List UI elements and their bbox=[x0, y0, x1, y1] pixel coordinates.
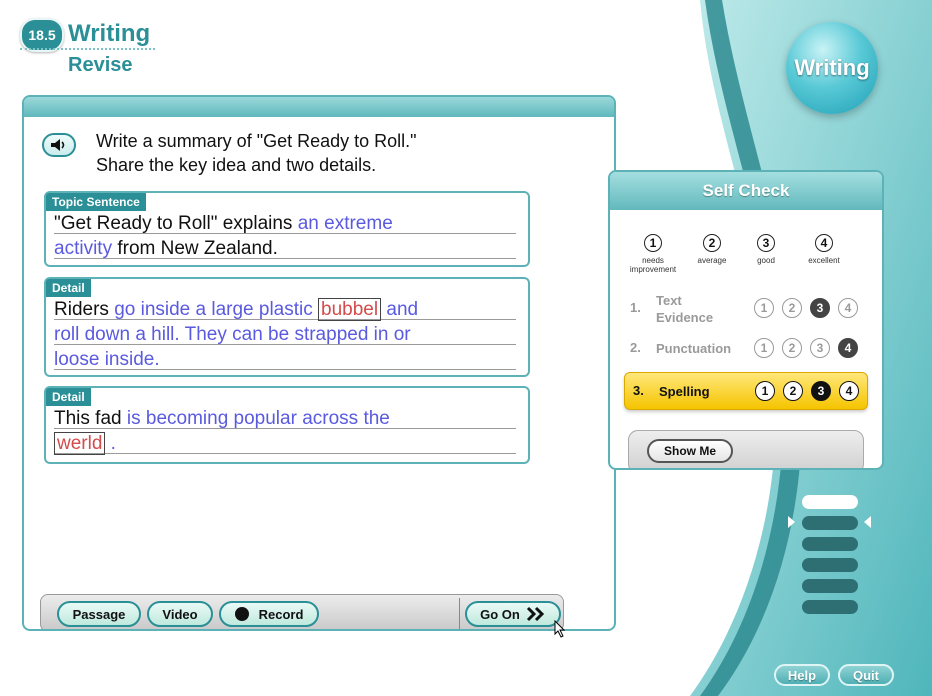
text-static: "Get Ready to Roll" explains bbox=[54, 213, 298, 234]
self-check-panel: Self Check 1 2 3 4 needs improvement ave… bbox=[608, 170, 884, 470]
go-on-button[interactable]: Go On bbox=[465, 601, 561, 627]
criterion-number: 2. bbox=[630, 340, 641, 355]
text-static: This fad bbox=[54, 408, 127, 429]
rating-3[interactable]: 3 bbox=[811, 381, 831, 401]
spelling-error[interactable]: bubbel bbox=[318, 298, 382, 321]
writing-badge: Writing bbox=[786, 22, 878, 114]
title-divider bbox=[20, 48, 155, 50]
record-label: Record bbox=[258, 606, 304, 622]
criterion-label: Spelling bbox=[659, 384, 710, 399]
toolbar-divider bbox=[459, 598, 460, 629]
criterion-label: Text Evidence bbox=[656, 292, 713, 326]
help-label: Help bbox=[787, 667, 817, 683]
self-check-title: Self Check bbox=[610, 172, 882, 210]
mouse-cursor-icon bbox=[554, 620, 566, 638]
double-chevron-right-icon bbox=[526, 606, 544, 622]
spelling-error[interactable]: werld bbox=[54, 432, 106, 455]
rating-4[interactable]: 4 bbox=[838, 298, 858, 318]
writing-badge-label: Writing bbox=[794, 55, 870, 80]
criterion-label-line: Text bbox=[656, 293, 682, 308]
criterion-text-evidence[interactable]: 1. Text Evidence 1 2 3 4 bbox=[622, 290, 872, 326]
audio-button[interactable] bbox=[42, 133, 76, 157]
section-label: Detail bbox=[46, 388, 91, 406]
text-filled: roll down a hill. They can be strapped i… bbox=[54, 324, 411, 345]
show-me-label: Show Me bbox=[663, 444, 716, 458]
go-on-label: Go On bbox=[480, 606, 520, 622]
text-static: from New Zealand. bbox=[117, 238, 278, 259]
topic-sentence-text: "Get Ready to Roll" explains an extreme … bbox=[54, 211, 516, 261]
scale-number: 1 bbox=[644, 234, 662, 252]
text-filled: and bbox=[381, 299, 419, 320]
prompt-line-2: Share the key idea and two details. bbox=[96, 155, 377, 175]
quit-label: Quit bbox=[853, 667, 879, 683]
detail-2-text: This fad is becoming popular across the … bbox=[54, 406, 516, 456]
progress-step bbox=[802, 537, 858, 551]
speaker-icon bbox=[51, 139, 65, 151]
record-dot-icon bbox=[234, 607, 249, 621]
progress-step bbox=[802, 579, 858, 593]
section-label: Topic Sentence bbox=[46, 193, 146, 211]
text-filled: . bbox=[105, 433, 116, 454]
text-filled: is becoming popular across the bbox=[126, 408, 390, 429]
criterion-punctuation[interactable]: 2. Punctuation 1 2 3 4 bbox=[622, 330, 872, 366]
rating-1[interactable]: 1 bbox=[754, 298, 774, 318]
rating-2[interactable]: 2 bbox=[782, 338, 802, 358]
scale-label: excellent bbox=[808, 256, 840, 265]
progress-step bbox=[802, 600, 858, 614]
panel-top-bar bbox=[24, 97, 614, 117]
passage-button[interactable]: Passage bbox=[57, 601, 141, 627]
writing-prompt: Write a summary of "Get Ready to Roll." … bbox=[96, 129, 417, 177]
detail-1-text: Riders go inside a large plastic bubbel … bbox=[54, 297, 516, 372]
rating-1[interactable]: 1 bbox=[754, 338, 774, 358]
quit-button[interactable]: Quit bbox=[838, 664, 894, 686]
video-button[interactable]: Video bbox=[147, 601, 213, 627]
rating-3[interactable]: 3 bbox=[810, 298, 830, 318]
criterion-label: Punctuation bbox=[656, 341, 732, 356]
rating-4[interactable]: 4 bbox=[839, 381, 859, 401]
rating-2[interactable]: 2 bbox=[782, 298, 802, 318]
passage-label: Passage bbox=[72, 606, 126, 622]
lesson-number-badge: 18.5 bbox=[20, 18, 64, 52]
section-label: Detail bbox=[46, 279, 91, 297]
text-filled: loose inside. bbox=[54, 349, 160, 370]
detail-box-1[interactable]: Detail Riders go inside a large plastic … bbox=[44, 277, 530, 377]
scale-number: 2 bbox=[703, 234, 721, 252]
progress-step bbox=[802, 516, 858, 530]
show-me-button[interactable]: Show Me bbox=[647, 439, 733, 463]
criterion-spelling[interactable]: 3. Spelling 1 2 3 4 bbox=[624, 372, 868, 410]
scale-number: 4 bbox=[815, 234, 833, 252]
rating-4[interactable]: 4 bbox=[838, 338, 858, 358]
text-static: Riders bbox=[54, 299, 115, 320]
progress-current-left-marker bbox=[788, 516, 795, 528]
lesson-subtitle: Revise bbox=[68, 54, 133, 76]
video-label: Video bbox=[162, 606, 198, 622]
bottom-toolbar: Passage Video Record Go On bbox=[40, 594, 564, 629]
writing-panel: Write a summary of "Get Ready to Roll." … bbox=[22, 95, 616, 631]
criterion-number: 1. bbox=[630, 300, 641, 315]
record-button[interactable]: Record bbox=[219, 601, 319, 627]
lesson-title: Writing bbox=[68, 20, 151, 47]
progress-step bbox=[802, 495, 858, 509]
topic-sentence-box[interactable]: Topic Sentence "Get Ready to Roll" expla… bbox=[44, 191, 530, 267]
progress-step bbox=[802, 558, 858, 572]
prompt-line-1: Write a summary of "Get Ready to Roll." bbox=[96, 131, 417, 151]
progress-current-right-marker bbox=[864, 516, 871, 528]
show-me-tray: Show Me bbox=[628, 430, 864, 468]
rating-3[interactable]: 3 bbox=[810, 338, 830, 358]
text-filled: an extreme bbox=[297, 213, 393, 234]
help-button[interactable]: Help bbox=[774, 664, 830, 686]
criterion-label-line: Evidence bbox=[656, 310, 714, 325]
text-filled: activity bbox=[54, 238, 118, 259]
text-filled: go inside a large plastic bbox=[114, 299, 319, 320]
rating-2[interactable]: 2 bbox=[783, 381, 803, 401]
rating-1[interactable]: 1 bbox=[755, 381, 775, 401]
scale-number: 3 bbox=[757, 234, 775, 252]
detail-box-2[interactable]: Detail This fad is becoming popular acro… bbox=[44, 386, 530, 464]
criterion-number: 3. bbox=[633, 383, 644, 398]
